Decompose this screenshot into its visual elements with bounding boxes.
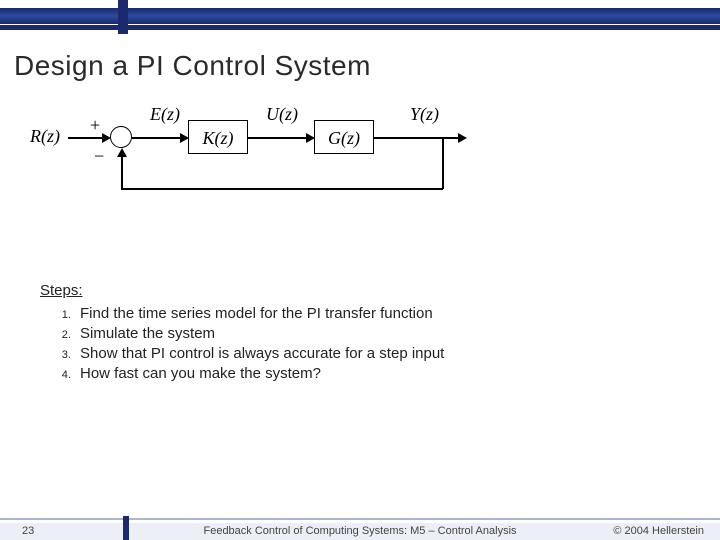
wire <box>374 137 460 139</box>
list-item: Show that PI control is always accurate … <box>74 345 680 362</box>
list-item: How fast can you make the system? <box>74 365 680 382</box>
slide-footer: 23 Feedback Control of Computing Systems… <box>0 514 720 540</box>
signal-r: R(z) <box>30 126 60 147</box>
steps-section: Steps: Find the time series model for th… <box>40 282 680 382</box>
steps-list: Find the time series model for the PI tr… <box>40 305 680 382</box>
wire <box>121 156 123 189</box>
footer-right: © 2004 Hellerstein <box>613 525 704 537</box>
footer-center: Feedback Control of Computing Systems: M… <box>203 525 516 537</box>
wire <box>248 137 308 139</box>
wire <box>442 137 444 189</box>
wire <box>68 137 104 139</box>
controller-block: K(z) <box>188 120 248 154</box>
steps-heading: Steps: <box>40 282 680 299</box>
summing-junction <box>110 126 132 148</box>
page-title: Design a PI Control System <box>14 50 706 82</box>
arrowhead-icon <box>117 148 127 157</box>
signal-e: E(z) <box>150 104 180 125</box>
wire <box>132 137 182 139</box>
block-diagram: R(z) + − E(z) K(z) U(z) G(z) Y(z) <box>30 102 490 242</box>
signal-y: Y(z) <box>410 104 439 125</box>
sum-minus: − <box>94 146 104 167</box>
plant-block: G(z) <box>314 120 374 154</box>
top-decor-bar <box>0 0 720 36</box>
list-item: Simulate the system <box>74 325 680 342</box>
arrowhead-icon <box>458 133 467 143</box>
list-item: Find the time series model for the PI tr… <box>74 305 680 322</box>
wire <box>121 188 443 190</box>
page-number: 23 <box>22 525 34 537</box>
signal-u: U(z) <box>266 104 298 125</box>
sum-plus: + <box>90 115 100 136</box>
